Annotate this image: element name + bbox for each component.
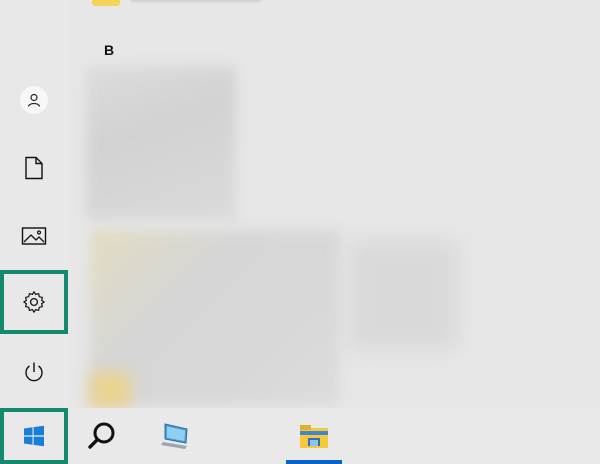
settings-button[interactable] (0, 270, 68, 334)
group-letter-header[interactable]: B (104, 42, 114, 58)
user-icon (27, 93, 41, 107)
computer-icon (161, 423, 188, 449)
documents-button[interactable] (0, 136, 68, 200)
blurred-app-group (86, 66, 236, 220)
blurred-app-icon (90, 372, 130, 408)
search-icon (88, 422, 115, 449)
list-item[interactable] (92, 0, 262, 6)
file-explorer-button[interactable] (286, 408, 342, 464)
blurred-tile (348, 240, 458, 350)
app-list: B (68, 0, 600, 408)
search-button[interactable] (72, 408, 132, 464)
active-window-indicator (286, 460, 342, 464)
this-pc-button[interactable] (146, 408, 206, 464)
power-button[interactable] (0, 340, 68, 404)
gear-icon (23, 291, 45, 313)
folder-icon (300, 425, 328, 448)
power-icon (25, 362, 43, 382)
start-menu-rail (0, 0, 68, 408)
app-icon (92, 0, 121, 6)
taskbar (0, 408, 600, 464)
pictures-button[interactable] (0, 204, 68, 268)
user-account-button[interactable] (0, 68, 68, 132)
app-label-blurred (130, 0, 262, 2)
start-button[interactable] (0, 408, 68, 464)
document-icon (25, 156, 43, 180)
windows-logo-icon (24, 425, 44, 447)
avatar (20, 86, 48, 114)
start-menu: B (0, 0, 600, 408)
pictures-icon (21, 227, 47, 245)
